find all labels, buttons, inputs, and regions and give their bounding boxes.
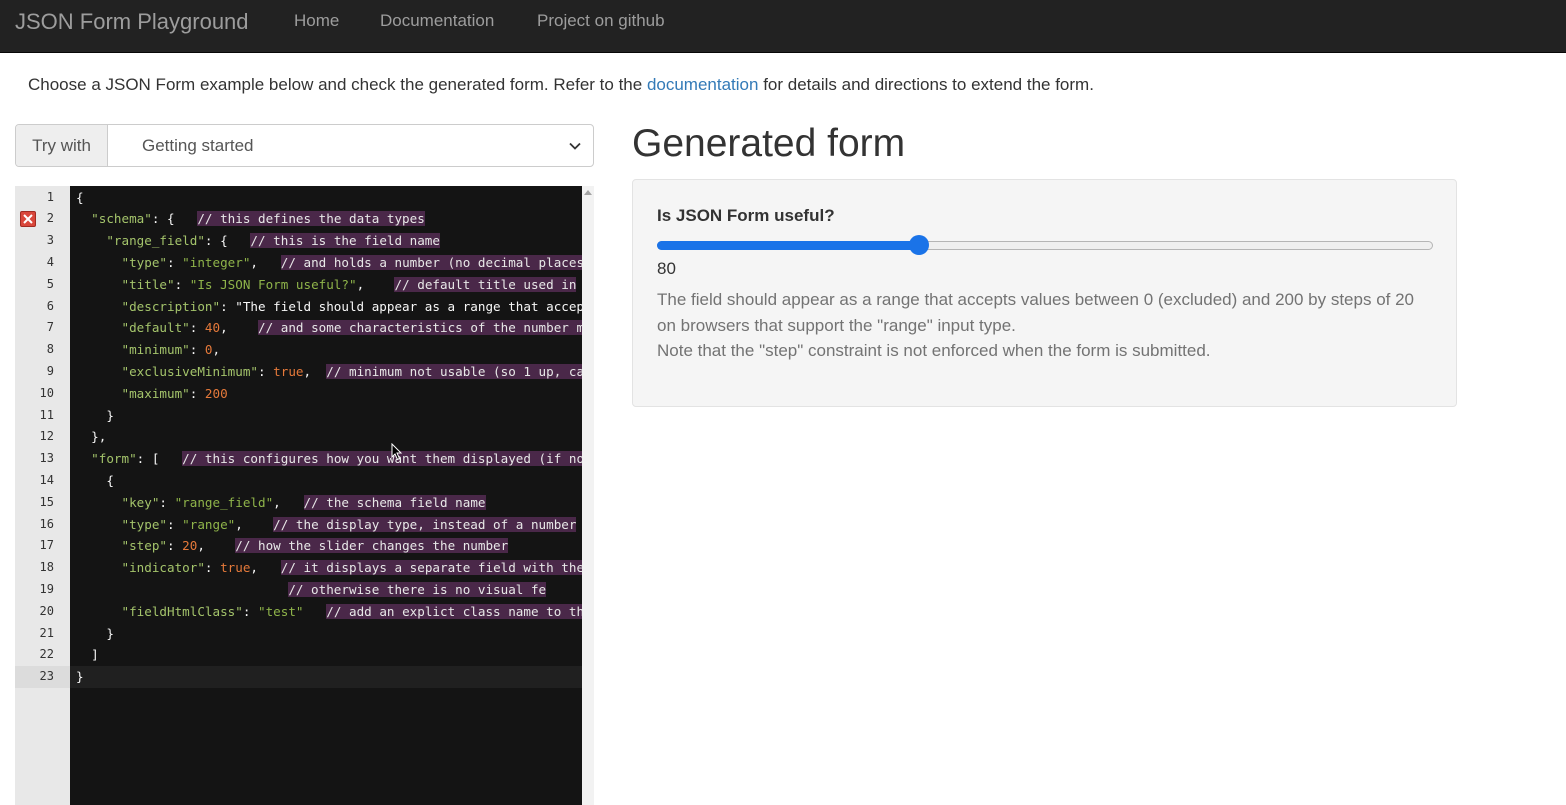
chevron-down-icon xyxy=(569,142,581,150)
line-number: 3 xyxy=(46,233,54,248)
line-number: 4 xyxy=(46,254,54,269)
intro-after: for details and directions to extend the… xyxy=(758,75,1094,94)
code-line[interactable]: "form": [ // this configures how you wan… xyxy=(70,448,582,470)
line-number: 23 xyxy=(15,666,70,688)
line-number: 18 xyxy=(39,560,54,575)
nav-home-link[interactable]: Home xyxy=(294,11,339,31)
navbar: JSON Form Playground Home Documentation … xyxy=(0,0,1566,53)
code-line[interactable]: "type": "range", // the display type, in… xyxy=(70,514,582,536)
range-field-help: The field should appear as a range that … xyxy=(657,287,1437,364)
code-line[interactable]: "default": 40, // and some characteristi… xyxy=(70,317,582,339)
line-number: 6 xyxy=(46,298,54,313)
range-fill xyxy=(657,241,919,250)
line-number: 17 xyxy=(39,538,54,553)
example-picker: Try with Getting started xyxy=(15,124,594,167)
line-number: 20 xyxy=(39,603,54,618)
line-number: 8 xyxy=(46,342,54,357)
intro-before: Choose a JSON Form example below and che… xyxy=(28,75,647,94)
intro-text: Choose a JSON Form example below and che… xyxy=(28,75,1094,95)
line-number: 11 xyxy=(39,407,54,422)
line-number: 7 xyxy=(46,320,54,335)
range-indicator: 80 xyxy=(657,259,676,278)
documentation-link[interactable]: documentation xyxy=(647,75,759,94)
editor-scrollbar[interactable] xyxy=(582,186,594,805)
line-number: 13 xyxy=(39,451,54,466)
line-number: 22 xyxy=(39,647,54,662)
code-line[interactable]: } xyxy=(70,666,582,688)
line-number: 21 xyxy=(39,625,54,640)
line-number: 10 xyxy=(39,385,54,400)
line-number: 14 xyxy=(39,472,54,487)
example-select-value: Getting started xyxy=(142,136,254,155)
example-select[interactable]: Getting started xyxy=(108,125,593,166)
code-line[interactable]: "fieldHtmlClass": "test" // add an expli… xyxy=(70,601,582,623)
nav-github-link[interactable]: Project on github xyxy=(537,11,665,31)
line-number: 12 xyxy=(39,429,54,444)
code-line[interactable]: // otherwise there is no visual fe xyxy=(70,579,582,601)
code-line[interactable]: { xyxy=(70,470,582,492)
generated-form-title: Generated form xyxy=(632,122,906,165)
code-line[interactable]: "key": "range_field", // the schema fiel… xyxy=(70,492,582,514)
line-number: 5 xyxy=(46,276,54,291)
code-line[interactable]: "minimum": 0, xyxy=(70,339,582,361)
brand-link[interactable]: JSON Form Playground xyxy=(15,9,249,35)
code-line[interactable]: "schema": { // this defines the data typ… xyxy=(70,208,582,230)
code-line[interactable]: "range_field": { // this is the field na… xyxy=(70,230,582,252)
code-editor[interactable]: 1 2 3 4 5 6 7 8 9 10 11 12 13 14 15 16 17 18 19 20 21 22 23 { … xyxy=(15,186,594,805)
code-line[interactable]: "description": "The field should appear … xyxy=(70,296,583,318)
code-line[interactable]: "title": "Is JSON Form useful?", // defa… xyxy=(70,274,582,296)
code-area[interactable]: { "schema": { // this defines the data t… xyxy=(70,186,582,805)
mouse-cursor-icon xyxy=(391,443,403,461)
code-line[interactable]: ] xyxy=(70,644,582,666)
code-line[interactable]: "step": 20, // how the slider changes th… xyxy=(70,535,582,557)
help-line-2: Note that the "step" constraint is not e… xyxy=(657,341,1211,360)
line-number: 15 xyxy=(39,494,54,509)
code-line[interactable]: }, xyxy=(70,426,582,448)
code-line[interactable]: { xyxy=(70,187,582,209)
code-line[interactable]: } xyxy=(70,623,582,645)
line-number: 9 xyxy=(46,363,54,378)
line-number: 19 xyxy=(39,581,54,596)
range-slider[interactable] xyxy=(657,235,1433,255)
code-line[interactable]: "type": "integer", // and holds a number… xyxy=(70,252,582,274)
error-icon[interactable] xyxy=(20,211,36,228)
code-line[interactable]: "maximum": 200 xyxy=(70,383,582,405)
nav-documentation-link[interactable]: Documentation xyxy=(380,11,494,31)
range-thumb[interactable] xyxy=(909,235,929,255)
generated-form-panel: Is JSON Form useful? 80 The field should… xyxy=(632,179,1457,407)
code-line[interactable]: "indicator": true, // it displays a sepa… xyxy=(70,557,582,579)
range-field-label: Is JSON Form useful? xyxy=(657,206,835,225)
code-line[interactable]: "exclusiveMinimum": true, // minimum not… xyxy=(70,361,582,383)
line-number: 1 xyxy=(46,189,54,204)
editor-gutter: 1 2 3 4 5 6 7 8 9 10 11 12 13 14 15 16 17 18 19 20 21 22 23 xyxy=(15,186,70,805)
line-number: 16 xyxy=(39,516,54,531)
help-line-1: The field should appear as a range that … xyxy=(657,290,1414,335)
scroll-up-icon[interactable] xyxy=(584,189,592,195)
try-with-label: Try with xyxy=(16,125,108,166)
code-line[interactable]: } xyxy=(70,405,582,427)
